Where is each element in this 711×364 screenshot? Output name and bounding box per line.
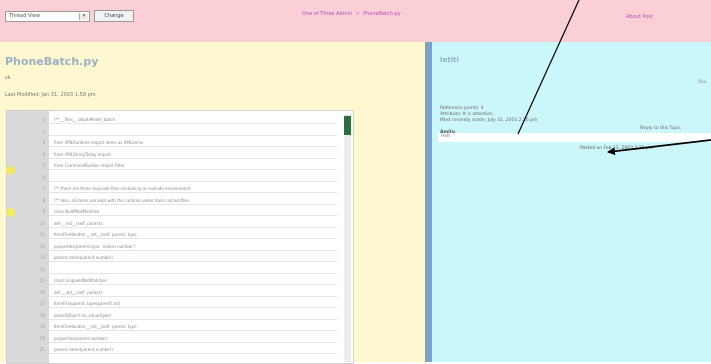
line-divider (49, 330, 337, 331)
line-number: 11 (39, 232, 45, 237)
code-line[interactable]: 6 (7, 173, 337, 182)
code-viewer[interactable]: 1/** __files__ depthModel_batch 2 3 from XM… (6, 110, 354, 364)
comment-marker-icon[interactable] (6, 208, 15, 217)
code-line[interactable]: 2 (7, 127, 337, 136)
code-line[interactable]: 15 class UniqueIdNotMatches (7, 276, 337, 285)
code-scroll-thumb[interactable] (344, 116, 351, 135)
code-line[interactable]: 14 (7, 265, 337, 274)
code-line[interactable]: 20 properties(parent.number) (7, 334, 337, 343)
change-button[interactable]: Change (94, 10, 134, 22)
breadcrumb: One of Three Admin» PhoneBatch.py (300, 11, 403, 17)
breadcrumb-file[interactable]: PhoneBatch.py (361, 11, 403, 17)
code-line[interactable]: 3 from XMLRuntime import items as XMLitem… (7, 138, 337, 147)
code-line[interactable]: 8/** also, all items are kept with the r… (7, 196, 337, 205)
line-number: 10 (39, 220, 45, 226)
comment-title: Ietitl (440, 56, 459, 64)
panel-splitter[interactable] (425, 42, 432, 362)
code-line[interactable]: 4 from XMLStringToday import (7, 150, 337, 159)
line-divider (49, 238, 337, 239)
note-entry[interactable]: Helt (438, 133, 711, 142)
comment-corner-label: Rxx (698, 80, 707, 85)
line-number: 17 (39, 301, 45, 306)
code-line[interactable]: 7/** there are three separate files cont… (7, 184, 337, 193)
line-number: 12 (39, 243, 45, 249)
line-divider (49, 318, 337, 320)
reply-link[interactable]: Reply to this Topic (640, 126, 681, 131)
line-number: 20 (39, 335, 45, 341)
line-divider (49, 295, 337, 297)
line-number: 3 (42, 140, 45, 145)
comment-panel: Ietitl Rxx Reference points: 4 Attribute… (432, 42, 711, 362)
line-number: 19 (39, 324, 45, 329)
line-number: 5 (42, 163, 45, 168)
line-number: 14 (39, 266, 45, 272)
line-divider (49, 192, 337, 193)
posted-timestamp: Posted on Feb 13, 2003 2:18 pm (580, 146, 654, 151)
code-scrollbar[interactable] (344, 114, 351, 362)
view-select[interactable]: Thread View ▾ (5, 11, 90, 22)
breadcrumb-project[interactable]: One of Three Admin (300, 11, 354, 17)
view-select-value: Thread View (9, 13, 40, 19)
line-divider (49, 203, 337, 205)
code-line[interactable]: 9 class NullIfNotMatches (7, 207, 337, 216)
line-number: 13 (39, 255, 45, 260)
line-number: 18 (39, 312, 45, 318)
code-line[interactable]: 17 ItemFile(parent, type(parent).str) (7, 299, 337, 308)
line-number: 15 (39, 278, 45, 283)
line-number: 16 (39, 289, 45, 295)
attribute-line: Attribute: It is attention (440, 112, 493, 117)
line-divider (49, 272, 337, 274)
line-divider (49, 146, 337, 147)
line-number: 9 (42, 209, 45, 214)
code-line[interactable]: 1/** __files__ depthModel_batch (7, 115, 337, 124)
code-line[interactable]: 16 def __init__(self, parent): (7, 288, 337, 297)
code-line[interactable]: 21 parent.name(parent.number) (7, 345, 337, 354)
line-divider (49, 307, 337, 308)
line-divider (49, 261, 337, 262)
line-number: 21 (39, 347, 45, 352)
code-line[interactable]: 18 parentObject.no_value(type) (7, 311, 337, 320)
note-text: Helt (441, 134, 451, 139)
top-toolbar: Thread View ▾ Change One of Three Admin»… (0, 0, 711, 42)
line-divider (49, 180, 337, 182)
line-number: 1 (42, 117, 45, 122)
code-line[interactable]: 12 properties(parent.type, 'extern numbe… (7, 242, 337, 251)
about-link[interactable]: About Post (626, 14, 653, 20)
file-owner: sk (5, 75, 11, 81)
line-divider (49, 215, 337, 216)
code-line[interactable]: 10 def __init__(self, parent): (7, 219, 337, 228)
line-divider (49, 134, 337, 136)
line-divider (49, 123, 337, 124)
line-divider (49, 169, 337, 170)
line-divider (49, 226, 337, 228)
line-number: 7 (42, 186, 45, 191)
line-divider (49, 249, 337, 251)
file-panel: PhoneBatch.py sk Last Modified: Jan 31, … (0, 42, 425, 364)
code-line[interactable]: 5 from CommandBuilder import Filter (7, 161, 337, 170)
line-divider (49, 284, 337, 285)
code-line[interactable]: 19 ItemFileHandler.__init__(self, parent… (7, 322, 337, 331)
chevron-down-icon[interactable]: ▾ (79, 13, 88, 20)
line-number: 6 (42, 174, 45, 180)
line-number: 8 (42, 197, 45, 203)
reference-points: Reference points: 4 (440, 106, 484, 111)
line-number: 2 (42, 128, 45, 134)
code-line[interactable]: 11 ItemFileHandler.__init__(self, parent… (7, 230, 337, 239)
comment-marker-icon[interactable] (6, 166, 15, 175)
line-divider (49, 341, 337, 343)
line-divider (49, 157, 337, 159)
recently-made: Most recently made: July 31, 2003 2:36 p… (440, 118, 538, 123)
line-number: 4 (42, 151, 45, 157)
code-line[interactable]: 13 parent.name(parent.number) (7, 253, 337, 262)
file-title: PhoneBatch.py (5, 55, 99, 68)
line-divider (49, 353, 337, 354)
last-modified: Last Modified: Jan 31, 2003 1:58 pm (5, 92, 96, 98)
